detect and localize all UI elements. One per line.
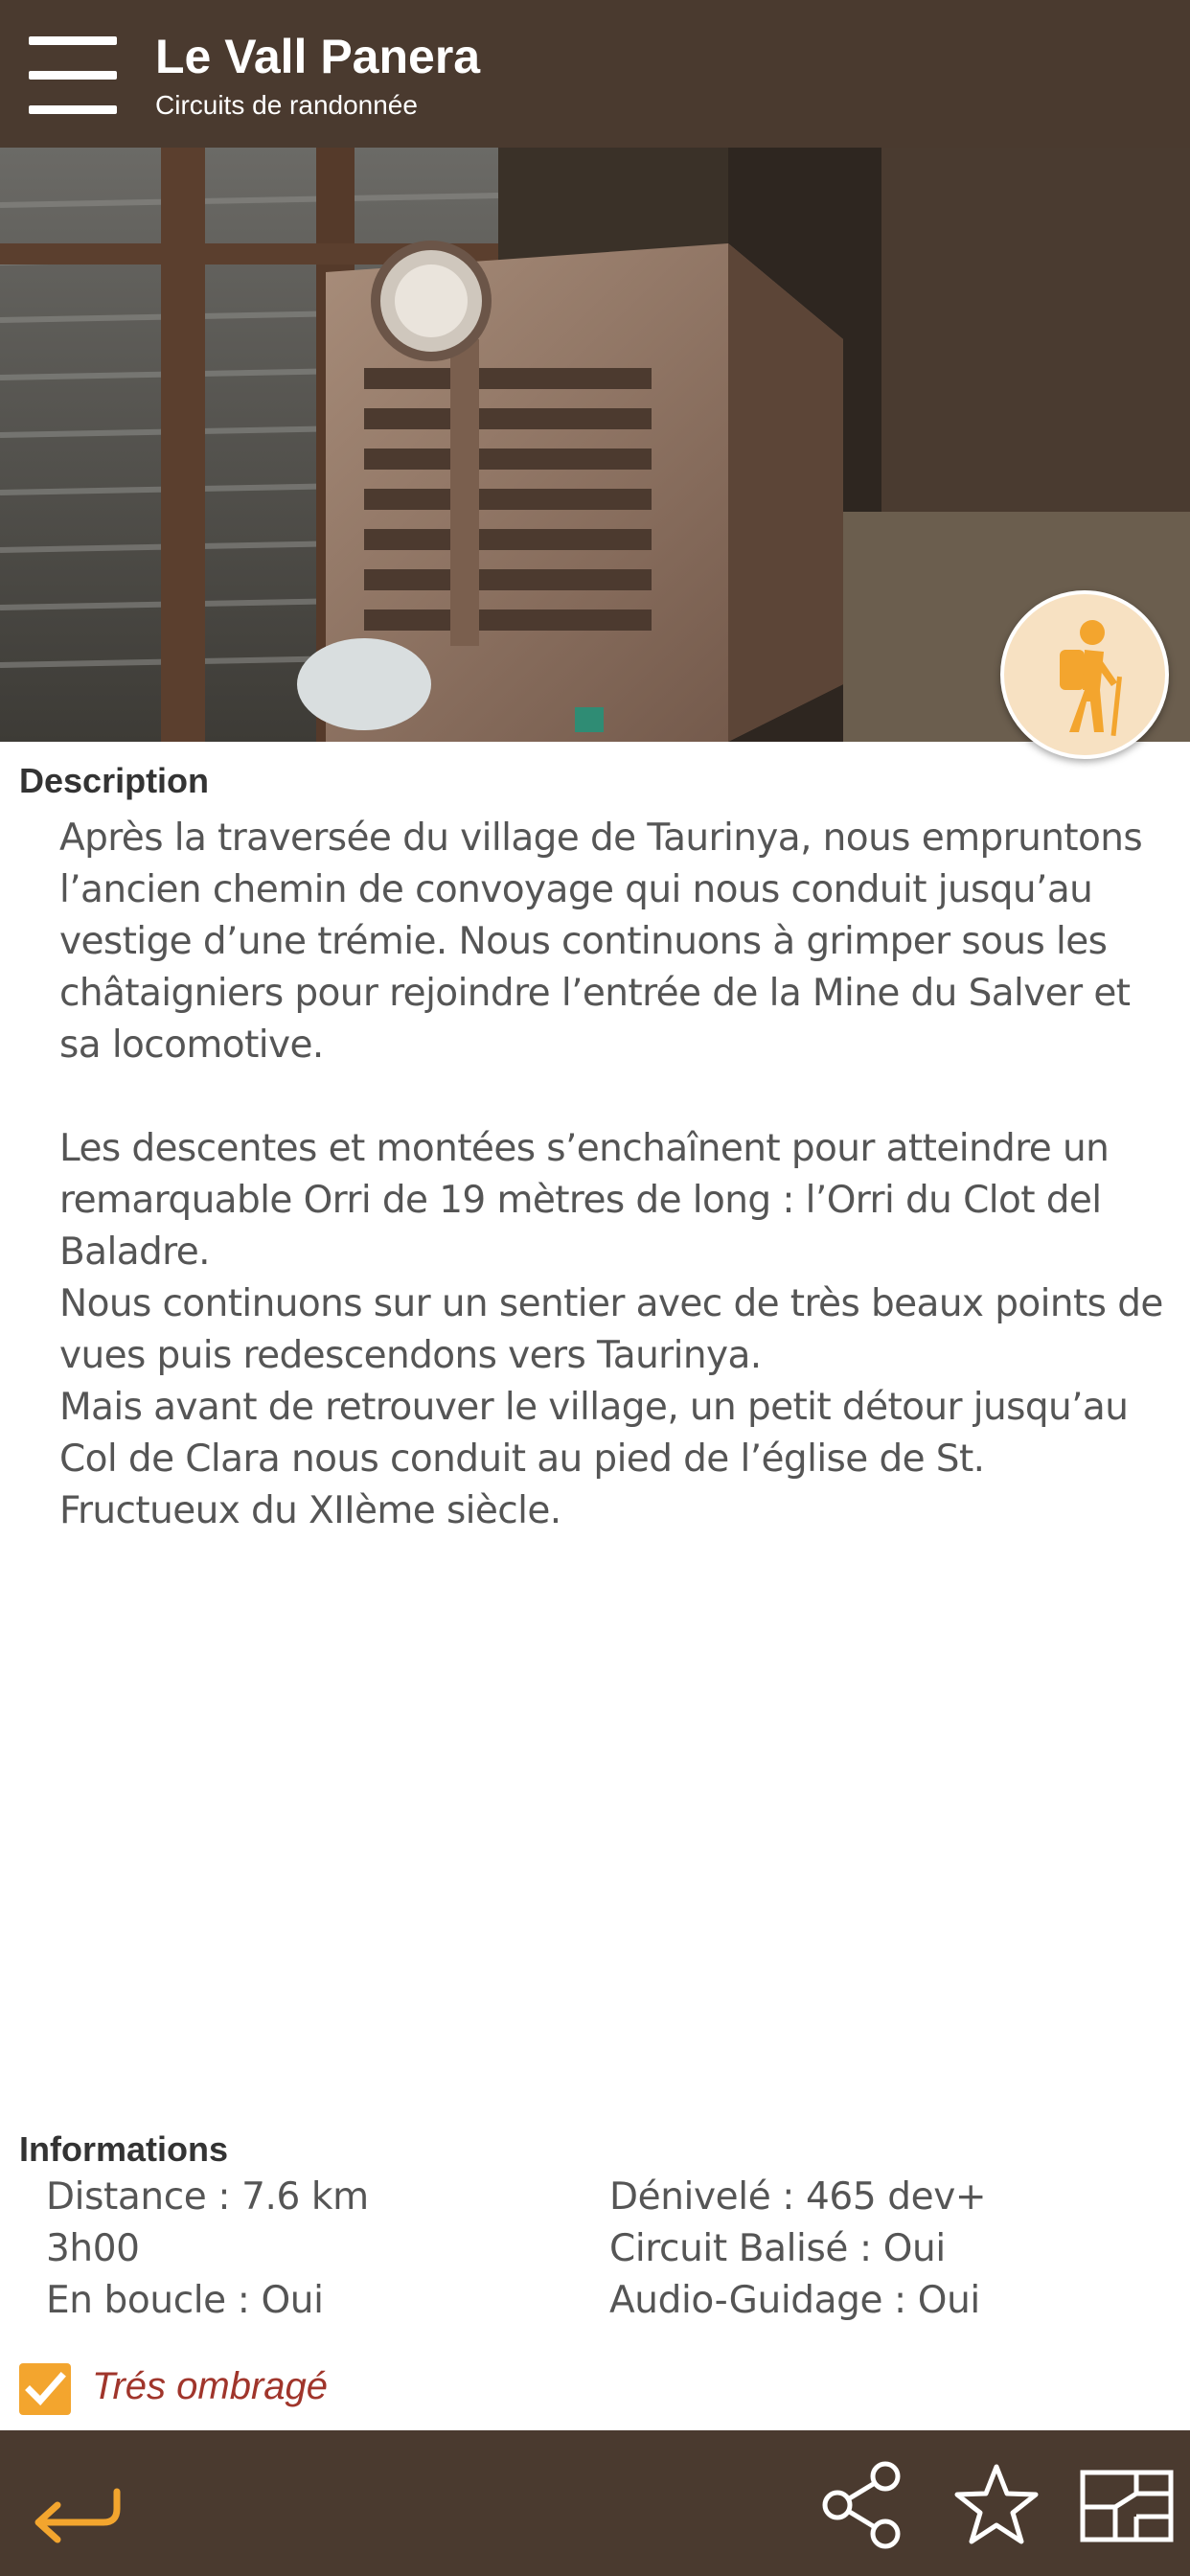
info-duration: 3h00 (46, 2227, 140, 2270)
info-marked-trail: Circuit Balisé : Oui (609, 2227, 946, 2270)
app-subtitle: Circuits de randonnée (155, 90, 418, 120)
informations-heading: Informations (19, 2129, 229, 2169)
shade-label: Trés ombragé (92, 2365, 329, 2407)
app-header: Le Vall Panera Circuits de randonnée (0, 0, 1190, 148)
checkmark-icon (25, 2372, 66, 2406)
share-icon[interactable] (816, 2459, 908, 2551)
info-audio-guide: Audio-Guidage : Oui (609, 2279, 980, 2322)
menu-line (29, 105, 117, 114)
menu-line (29, 71, 117, 80)
app-title: Le Vall Panera (155, 30, 481, 83)
hamburger-menu-icon[interactable] (29, 36, 117, 115)
menu-line (29, 36, 117, 45)
hiking-type-badge (1000, 590, 1169, 759)
info-elevation: Dénivelé : 465 dev+ (609, 2175, 987, 2219)
map-icon[interactable] (1077, 2459, 1174, 2551)
description-heading: Description (19, 761, 210, 800)
description-paragraph: Les descentes et montées s’enchaînent po… (59, 1127, 1163, 1532)
info-distance: Distance : 7.6 km (46, 2175, 369, 2219)
description-paragraph: Après la traversée du village de Tauriny… (59, 816, 1143, 1067)
description-text: Après la traversée du village de Tauriny… (59, 813, 1171, 1537)
back-arrow-icon[interactable] (21, 2459, 121, 2551)
star-icon[interactable] (950, 2459, 1042, 2551)
shade-checkbox (19, 2363, 71, 2415)
hiker-icon (1060, 620, 1122, 736)
info-loop: En boucle : Oui (46, 2279, 324, 2322)
bottom-toolbar (0, 2430, 1190, 2576)
